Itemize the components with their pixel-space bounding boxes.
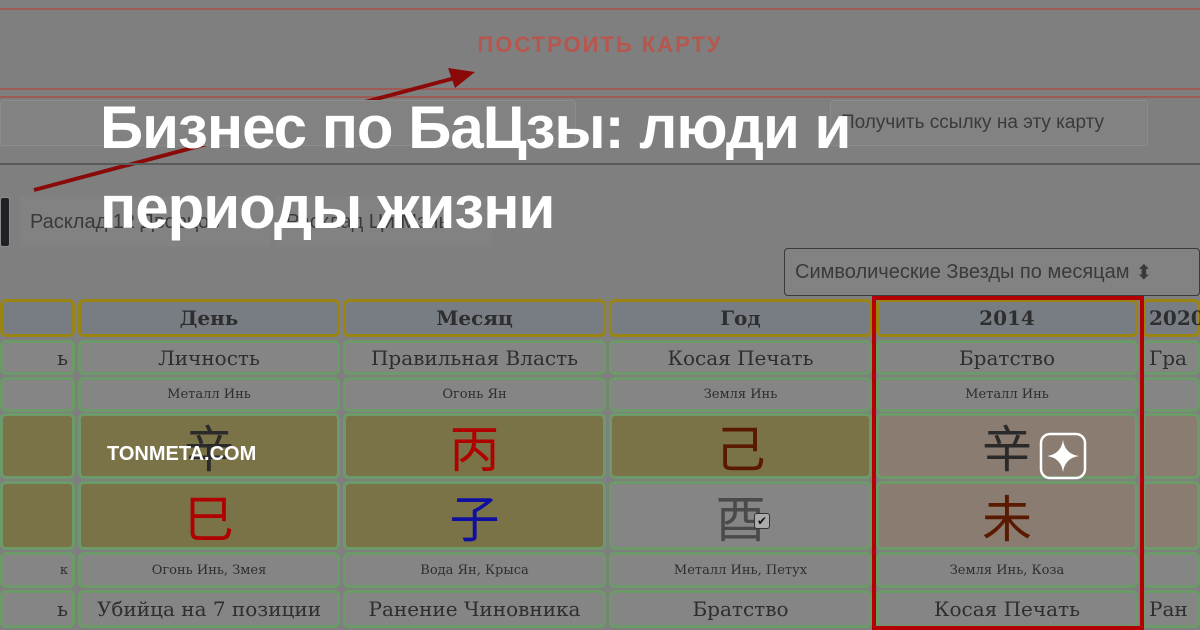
- chart-cell: ь: [0, 340, 75, 375]
- chart-cell-branch: 未: [876, 481, 1138, 550]
- chart-cell-header: Месяц: [343, 299, 606, 337]
- chart-cell: [1142, 413, 1200, 479]
- chart-cell-branch-el: Земля Инь, Коза: [876, 552, 1138, 588]
- chart-cell-branch-el: Огонь Инь, Змея: [78, 552, 340, 588]
- chart-cell-stem: 己: [609, 413, 872, 479]
- chart-cell: [1142, 552, 1200, 588]
- chart-cell-god-bottom: Братство: [609, 590, 872, 628]
- chart-cell-branch-el: Металл Инь, Петух: [609, 552, 872, 588]
- select-value: Символические Звезды по месяцам: [795, 260, 1130, 283]
- chart-cell: 2020: [1142, 299, 1200, 337]
- chart-cell: к: [0, 552, 75, 588]
- chart-cell-branch: 巳: [78, 481, 340, 550]
- chevron-down-icon: ⬍: [1135, 261, 1153, 284]
- chart-cell-god-bottom: Убийца на 7 позиции: [78, 590, 340, 628]
- chart-cell: [0, 377, 75, 412]
- chart-cell: Ран: [1142, 590, 1200, 628]
- chart-cell: [1142, 481, 1200, 550]
- chart-cell-god-bottom: Косая Печать: [876, 590, 1138, 628]
- chart-cell-stem: 丙: [343, 413, 606, 479]
- chart-cell-god-top: Правильная Власть: [343, 340, 606, 375]
- chart-cell-header: Год: [609, 299, 872, 337]
- chart-cell-god-bottom: Ранение Чиновника: [343, 590, 606, 628]
- chart-cell: Гра: [1142, 340, 1200, 375]
- stars-select[interactable]: Символические Звезды по месяцам ⬍: [784, 248, 1200, 296]
- chart-cell-branch: 子: [343, 481, 606, 550]
- checkbox[interactable]: ✔: [754, 513, 770, 529]
- chart-cell: [1142, 377, 1200, 412]
- chart-cell-stem-el: Земля Инь: [609, 377, 872, 412]
- chart-cell-header: День: [78, 299, 340, 337]
- chart-cell-stem: 辛: [876, 413, 1138, 479]
- article-title: Бизнес по БаЦзы: люди и периоды жизни: [100, 94, 851, 241]
- chart-cell-god-top: Личность: [78, 340, 340, 375]
- chart-cell: [0, 299, 75, 337]
- chart-cell-header: 2014: [876, 299, 1138, 337]
- chart-cell-god-top: Косая Печать: [609, 340, 872, 375]
- sparkle-logo-icon: [1039, 432, 1087, 480]
- chart-cell-branch: 酉: [609, 481, 872, 550]
- chart-cell-stem-el: Металл Инь: [876, 377, 1138, 412]
- active-tab[interactable]: [0, 197, 10, 247]
- chart-cell-god-top: Братство: [876, 340, 1138, 375]
- chart-cell-stem-el: Огонь Ян: [343, 377, 606, 412]
- chart-cell-branch-el: Вода Ян, Крыса: [343, 552, 606, 588]
- chart-cell: ь: [0, 590, 75, 628]
- chart-cell: [0, 413, 75, 479]
- chart-cell: [0, 481, 75, 550]
- chart-cell-stem-el: Металл Инь: [78, 377, 340, 412]
- site-name: TONMETA.COM: [107, 443, 257, 465]
